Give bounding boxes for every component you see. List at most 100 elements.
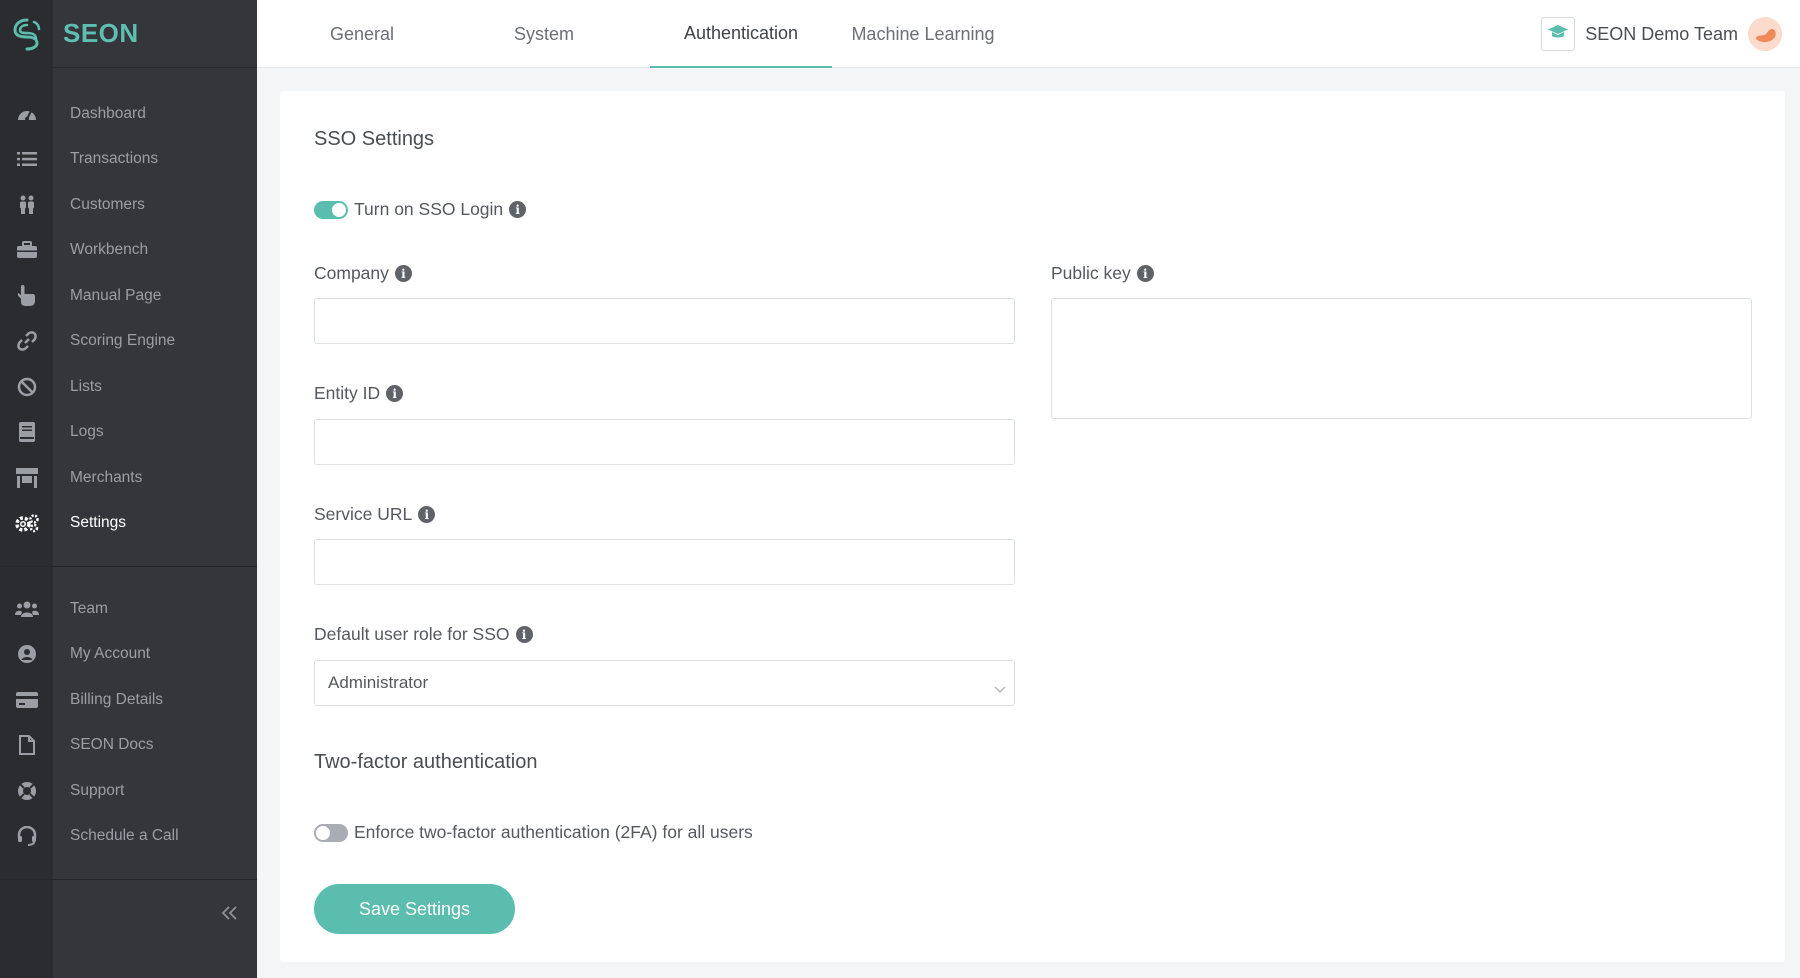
- sidebar-item-support[interactable]: Support: [0, 768, 257, 814]
- sidebar-item-label: Team: [70, 599, 108, 617]
- store-icon: [0, 455, 53, 501]
- sidebar-item-lists[interactable]: Lists: [0, 364, 257, 410]
- entity-id-input[interactable]: [314, 419, 1015, 465]
- public-key-label: Public key i: [1051, 263, 1154, 284]
- academy-button[interactable]: [1541, 17, 1576, 51]
- company-label-text: Company: [314, 263, 389, 283]
- public-key-textarea[interactable]: [1051, 298, 1752, 419]
- sidebar-item-scoring-engine[interactable]: Scoring Engine: [0, 319, 257, 365]
- sidebar-item-workbench[interactable]: Workbench: [0, 228, 257, 274]
- sidebar-item-label: Schedule a Call: [70, 827, 179, 845]
- sidebar-secondary-nav: Team My Account Billing Details SEON Doc…: [0, 586, 257, 859]
- collapse-sidebar-button[interactable]: [215, 900, 245, 930]
- sso-login-label: Turn on SSO Login: [354, 199, 504, 219]
- team-name[interactable]: SEON Demo Team: [1585, 24, 1738, 45]
- entity-id-label-text: Entity ID: [314, 383, 381, 403]
- ban-icon: [0, 364, 53, 410]
- sidebar-item-label: Logs: [70, 423, 104, 441]
- credit-card-icon: [0, 677, 53, 723]
- tab-system[interactable]: System: [453, 0, 635, 68]
- company-input[interactable]: [314, 298, 1015, 344]
- sidebar-item-my-account[interactable]: My Account: [0, 632, 257, 678]
- sidebar-item-label: My Account: [70, 645, 151, 663]
- sidebar-item-settings[interactable]: Settings: [0, 501, 257, 547]
- info-icon[interactable]: i: [386, 385, 404, 402]
- default-role-select[interactable]: Administrator: [314, 660, 1015, 706]
- sidebar-item-transactions[interactable]: Transactions: [0, 137, 257, 183]
- sidebar-item-label: Scoring Engine: [70, 332, 176, 350]
- settings-card: SSO Settings Turn on SSO Login i Company…: [280, 91, 1785, 962]
- service-url-label-text: Service URL: [314, 504, 413, 524]
- sidebar-divider: [0, 879, 257, 880]
- tab-authentication[interactable]: Authentication: [650, 0, 832, 68]
- service-url-input[interactable]: [314, 539, 1015, 585]
- sidebar-item-team[interactable]: Team: [0, 586, 257, 632]
- info-icon[interactable]: i: [509, 201, 527, 218]
- sidebar-item-label: Billing Details: [70, 690, 164, 708]
- company-label: Company i: [314, 263, 412, 284]
- link-icon: [0, 319, 53, 365]
- info-icon[interactable]: i: [418, 506, 436, 523]
- service-url-label: Service URL i: [314, 504, 436, 525]
- sidebar-item-logs[interactable]: Logs: [0, 410, 257, 456]
- sidebar: SEON Dashboard Transactions Customers Wo…: [0, 0, 257, 978]
- sso-login-toggle[interactable]: [314, 200, 348, 219]
- default-role-value: Administrator: [328, 673, 429, 692]
- sidebar-item-billing-details[interactable]: Billing Details: [0, 677, 257, 723]
- dashboard-icon: [0, 91, 53, 137]
- team-icon: [0, 586, 53, 632]
- sidebar-item-merchants[interactable]: Merchants: [0, 455, 257, 501]
- sidebar-item-label: Dashboard: [70, 104, 146, 122]
- two-factor-title: Two-factor authentication: [314, 751, 538, 773]
- default-role-label-text: Default user role for SSO: [314, 624, 510, 644]
- two-factor-toggle[interactable]: [314, 823, 348, 842]
- sso-settings-title: SSO Settings: [314, 128, 435, 150]
- sidebar-item-manual-page[interactable]: Manual Page: [0, 273, 257, 319]
- tab-general[interactable]: General: [271, 0, 453, 68]
- sidebar-item-label: SEON Docs: [70, 736, 154, 754]
- sidebar-primary-nav: Dashboard Transactions Customers Workben…: [0, 91, 257, 546]
- gears-icon: [0, 501, 53, 547]
- sidebar-item-label: Transactions: [70, 150, 159, 168]
- sidebar-item-label: Support: [70, 781, 125, 799]
- info-icon[interactable]: i: [394, 265, 412, 282]
- sidebar-divider: [0, 566, 257, 567]
- public-key-label-text: Public key: [1051, 263, 1131, 283]
- sidebar-item-label: Customers: [70, 195, 145, 213]
- chevron-down-icon: [994, 679, 1006, 699]
- double-chevron-left-icon: [221, 905, 239, 926]
- tab-machine-learning[interactable]: Machine Learning: [832, 0, 1014, 68]
- sidebar-item-schedule-a-call[interactable]: Schedule a Call: [0, 814, 257, 860]
- two-factor-toggle-row: Enforce two-factor authentication (2FA) …: [314, 822, 753, 843]
- brand-name: SEON: [63, 18, 139, 48]
- briefcase-icon: [0, 228, 53, 274]
- top-bar: General System Authentication Machine Le…: [257, 0, 1800, 68]
- sidebar-item-dashboard[interactable]: Dashboard: [0, 91, 257, 137]
- user-circle-icon: [0, 632, 53, 678]
- team-switcher: SEON Demo Team: [1541, 15, 1782, 53]
- info-icon[interactable]: i: [515, 626, 533, 643]
- lifebuoy-icon: [0, 768, 53, 814]
- sso-login-toggle-row: Turn on SSO Login i: [314, 199, 527, 220]
- sidebar-item-customers[interactable]: Customers: [0, 182, 257, 228]
- sidebar-item-label: Merchants: [70, 468, 143, 486]
- save-settings-button[interactable]: Save Settings: [314, 884, 515, 934]
- sidebar-item-seon-docs[interactable]: SEON Docs: [0, 723, 257, 769]
- sidebar-item-label: Workbench: [70, 241, 149, 259]
- graduation-cap-icon: [1548, 24, 1569, 44]
- sidebar-item-label: Lists: [70, 377, 102, 395]
- document-icon: [0, 723, 53, 769]
- seon-logo-icon: [0, 0, 53, 68]
- sidebar-item-label: Settings: [70, 514, 127, 532]
- pointer-hand-icon: [0, 273, 53, 319]
- entity-id-label: Entity ID i: [314, 383, 404, 404]
- list-icon: [0, 137, 53, 183]
- two-factor-label: Enforce two-factor authentication (2FA) …: [354, 822, 753, 842]
- headset-icon: [0, 814, 53, 860]
- info-icon[interactable]: i: [1136, 265, 1154, 282]
- sidebar-item-label: Manual Page: [70, 286, 162, 304]
- avatar[interactable]: [1748, 17, 1782, 51]
- brand[interactable]: SEON: [0, 0, 257, 68]
- default-role-label: Default user role for SSO i: [314, 624, 533, 645]
- users-icon: [0, 182, 53, 228]
